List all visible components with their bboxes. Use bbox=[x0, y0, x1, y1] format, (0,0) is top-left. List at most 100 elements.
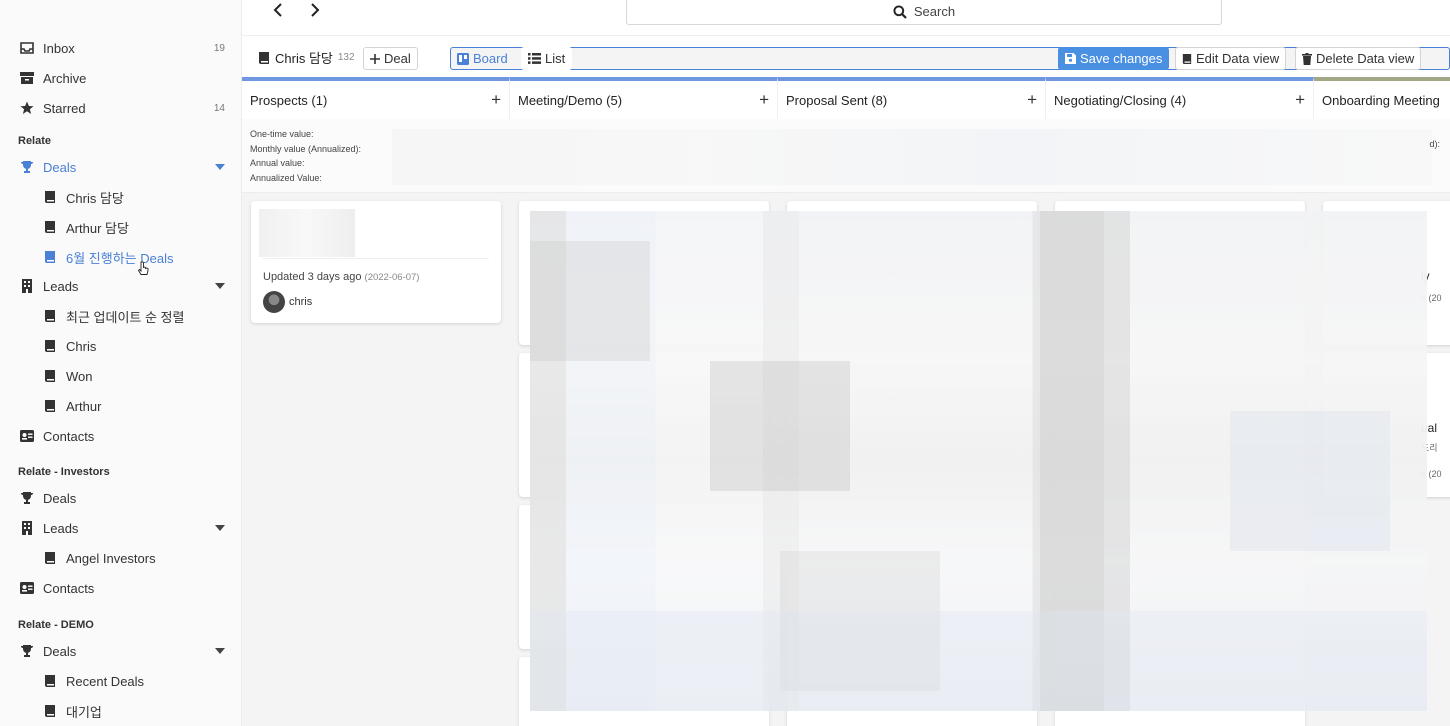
column-header-negotiating-closing: Negotiating/Closing (4) + bbox=[1046, 77, 1314, 119]
book-icon bbox=[42, 308, 58, 324]
section-heading-demo: Relate - DEMO bbox=[18, 619, 94, 631]
column-header-prospects: Prospects (1) + bbox=[242, 77, 510, 119]
building-icon bbox=[19, 520, 35, 536]
book-icon bbox=[42, 673, 58, 689]
avatar bbox=[263, 291, 285, 313]
add-card-plus-icon[interactable]: + bbox=[1027, 90, 1037, 110]
chevron-down-icon[interactable] bbox=[215, 164, 225, 170]
chevron-down-icon[interactable] bbox=[215, 648, 225, 654]
sidebar-item-leads-chris[interactable]: Chris bbox=[0, 334, 241, 358]
summary-label: Monthly value (Annualized): bbox=[250, 143, 362, 154]
view-title: Chris 담당 132 bbox=[258, 48, 355, 67]
trophy-icon bbox=[19, 643, 35, 659]
sidebar-item-archive[interactable]: Archive bbox=[0, 66, 241, 90]
floppy-disk-icon bbox=[1065, 53, 1076, 64]
kanban-board: Prospects (1) + Meeting/Demo (5) + Propo… bbox=[242, 77, 1450, 726]
column-title: Prospects (1) bbox=[250, 92, 328, 108]
starred-count: 14 bbox=[213, 102, 225, 114]
column-header-onboarding-meeting: Onboarding Meeting bbox=[1314, 77, 1450, 119]
save-label: Save changes bbox=[1080, 51, 1163, 66]
book-icon bbox=[42, 189, 58, 205]
contact-card-icon bbox=[19, 428, 35, 444]
sidebar-item-leads[interactable]: Leads bbox=[0, 274, 241, 298]
list-icon bbox=[528, 53, 541, 64]
column-title: Proposal Sent (8) bbox=[786, 92, 888, 108]
back-button[interactable] bbox=[268, 0, 288, 20]
sidebar-item-investor-contacts[interactable]: Contacts bbox=[0, 576, 241, 600]
inbox-count: 19 bbox=[213, 42, 225, 54]
sidebar-item-investor-leads[interactable]: Leads bbox=[0, 516, 241, 540]
book-icon bbox=[42, 368, 58, 384]
add-deal-button[interactable]: Deal bbox=[363, 47, 418, 70]
board-label: Board bbox=[473, 51, 508, 66]
inbox-icon bbox=[19, 40, 35, 56]
sidebar-item-june-deals[interactable]: 6월 진행하는 Deals bbox=[0, 245, 241, 269]
board-icon bbox=[457, 52, 469, 65]
card-owner: chris bbox=[263, 291, 312, 313]
blurred-summary-values bbox=[392, 129, 1432, 185]
book-icon bbox=[42, 338, 58, 354]
sidebar-item-leads-arthur[interactable]: Arthur bbox=[0, 394, 241, 418]
sidebar-item-inbox[interactable]: Inbox 19 bbox=[0, 36, 241, 60]
prospects-summary: One-time value: Monthly value (Annualize… bbox=[250, 127, 361, 185]
column-summary-row: One-time value: Monthly value (Annualize… bbox=[242, 119, 1450, 193]
view-count: 132 bbox=[337, 52, 355, 63]
blurred-card-title bbox=[259, 209, 355, 257]
list-label: List bbox=[545, 51, 566, 66]
building-icon bbox=[19, 278, 35, 294]
top-bar: Search bbox=[242, 0, 1450, 36]
contact-card-icon bbox=[19, 580, 35, 596]
owner-name: chris bbox=[289, 296, 313, 308]
deal-card[interactable]: Updated 3 days ago (2022-06-07) chris bbox=[251, 201, 501, 323]
forward-button[interactable] bbox=[305, 0, 325, 20]
edit-label: Edit Data view bbox=[1196, 51, 1280, 66]
book-icon bbox=[42, 703, 58, 719]
card-divider bbox=[263, 258, 489, 259]
updated-text: Updated 3 days ago bbox=[263, 271, 362, 283]
trophy-icon bbox=[19, 159, 35, 175]
sidebar: Inbox 19 Archive Starred 14 Relate Deals… bbox=[0, 0, 242, 726]
sidebar-item-enterprise[interactable]: 대기업 bbox=[0, 699, 241, 723]
trophy-icon bbox=[19, 490, 35, 506]
chevron-right-icon bbox=[311, 3, 320, 17]
sidebar-item-demo-deals[interactable]: Deals bbox=[0, 639, 241, 663]
chevron-down-icon[interactable] bbox=[215, 283, 225, 289]
chevron-left-icon bbox=[273, 3, 282, 17]
mouse-cursor-icon bbox=[138, 261, 149, 275]
summary-label: Annualized Value: bbox=[250, 172, 322, 183]
edit-data-view-button[interactable]: Edit Data view bbox=[1175, 47, 1287, 70]
book-icon bbox=[42, 219, 58, 235]
delete-data-view-button[interactable]: Delete Data view bbox=[1295, 47, 1422, 70]
search-bar[interactable]: Search bbox=[626, 0, 1222, 25]
summary-fragment: d): bbox=[1429, 139, 1440, 149]
updated-date: (2022-06-07) bbox=[364, 272, 420, 283]
sidebar-item-deals[interactable]: Deals bbox=[0, 155, 241, 179]
add-card-plus-icon[interactable]: + bbox=[759, 90, 769, 110]
sidebar-item-recent-deals[interactable]: Recent Deals bbox=[0, 669, 241, 693]
sidebar-item-chris-deals[interactable]: Chris 담당 bbox=[0, 185, 241, 209]
column-header-proposal-sent: Proposal Sent (8) + bbox=[778, 77, 1046, 119]
chevron-down-icon[interactable] bbox=[215, 525, 225, 531]
sidebar-item-leads-won[interactable]: Won bbox=[0, 364, 241, 388]
sidebar-item-angel-investors[interactable]: Angel Investors bbox=[0, 546, 241, 570]
section-heading-relate: Relate bbox=[18, 135, 52, 147]
card-updated: Updated 3 days ago (2022-06-07) bbox=[263, 271, 419, 283]
book-icon bbox=[259, 51, 269, 64]
sidebar-item-starred[interactable]: Starred 14 bbox=[0, 96, 241, 120]
view-toolbar: Chris 담당 132 Deal Board List Save change… bbox=[242, 44, 1450, 74]
sidebar-item-contacts[interactable]: Contacts bbox=[0, 424, 241, 448]
save-changes-button[interactable]: Save changes bbox=[1058, 47, 1170, 70]
add-card-plus-icon[interactable]: + bbox=[1295, 90, 1305, 110]
book-icon bbox=[42, 550, 58, 566]
column-title: Meeting/Demo (5) bbox=[518, 92, 623, 108]
delete-label: Delete Data view bbox=[1316, 51, 1415, 66]
sidebar-item-recent-updates[interactable]: 최근 업데이트 순 정렬 bbox=[0, 304, 241, 328]
section-heading-investors: Relate - Investors bbox=[18, 466, 110, 478]
add-card-plus-icon[interactable]: + bbox=[491, 90, 501, 110]
plus-icon bbox=[370, 53, 380, 64]
sidebar-item-arthur-deals[interactable]: Arthur 담당 bbox=[0, 215, 241, 239]
view-name: Chris 담당 bbox=[275, 51, 333, 66]
list-view-button[interactable]: List bbox=[521, 47, 573, 70]
add-deal-label: Deal bbox=[384, 51, 411, 66]
sidebar-item-investor-deals[interactable]: Deals bbox=[0, 486, 241, 510]
